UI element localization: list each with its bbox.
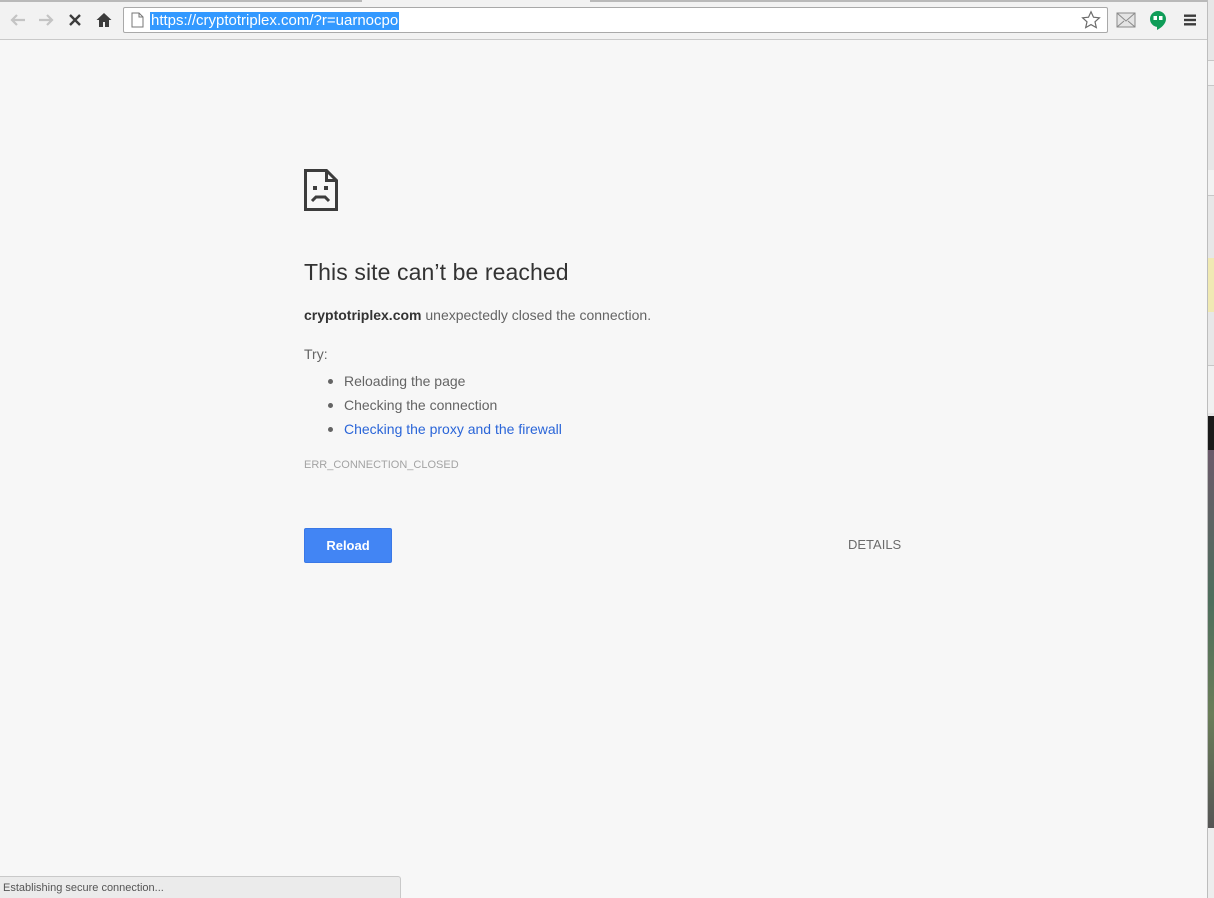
mail-extension-button[interactable] xyxy=(1114,8,1138,32)
error-code: ERR_CONNECTION_CLOSED xyxy=(304,459,459,471)
tab-edge xyxy=(590,0,1207,2)
bookmark-button[interactable] xyxy=(1081,10,1101,34)
url-text[interactable]: https://cryptotriplex.com/?r=uarnocpo xyxy=(150,12,400,30)
chrome-menu-button[interactable] xyxy=(1178,8,1202,32)
forward-icon xyxy=(39,14,54,26)
error-host: cryptotriplex.com xyxy=(304,307,422,323)
hangouts-icon xyxy=(1150,11,1166,30)
forward-button[interactable] xyxy=(34,8,58,32)
suggestion-connection: Checking the connection xyxy=(324,393,562,417)
suggestion-reload: Reloading the page xyxy=(324,369,562,393)
mail-icon xyxy=(1116,12,1136,28)
error-summary-text: unexpectedly closed the connection. xyxy=(421,307,652,323)
page-icon xyxy=(131,12,144,28)
suggestions-list: Reloading the page Checking the connecti… xyxy=(324,369,562,441)
address-bar[interactable]: https://cryptotriplex.com/?r=uarnocpo xyxy=(123,7,1108,33)
error-summary: cryptotriplex.com unexpectedly closed th… xyxy=(304,307,651,323)
home-button[interactable] xyxy=(92,8,116,32)
sad-page-icon xyxy=(304,169,338,211)
star-icon xyxy=(1081,10,1101,29)
background-window-edge xyxy=(1207,0,1214,898)
reload-button[interactable]: Reload xyxy=(304,528,392,563)
browser-toolbar: https://cryptotriplex.com/?r=uarnocpo xyxy=(0,0,1207,40)
tab-edge xyxy=(0,0,362,2)
back-icon xyxy=(10,14,25,26)
error-page: This site can’t be reached cryptotriplex… xyxy=(0,41,1207,898)
menu-icon xyxy=(1184,14,1196,26)
suggestion-proxy-link[interactable]: Checking the proxy and the firewall xyxy=(324,417,562,441)
stop-button[interactable] xyxy=(63,8,87,32)
details-button[interactable]: DETAILS xyxy=(840,535,909,555)
back-button[interactable] xyxy=(6,8,30,32)
home-icon xyxy=(96,13,112,27)
error-heading: This site can’t be reached xyxy=(304,259,569,285)
try-label: Try: xyxy=(304,346,328,362)
status-bubble: Establishing secure connection... xyxy=(0,876,401,898)
stop-icon xyxy=(69,14,81,26)
hangouts-extension-button[interactable] xyxy=(1146,8,1170,32)
